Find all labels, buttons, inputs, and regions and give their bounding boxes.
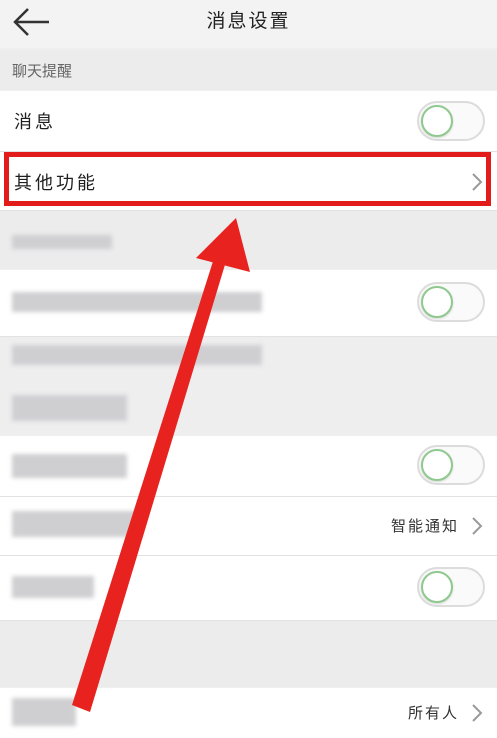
arrow-shaft — [72, 255, 227, 712]
arrow-head — [196, 218, 250, 272]
annotation-arrow — [72, 218, 250, 712]
